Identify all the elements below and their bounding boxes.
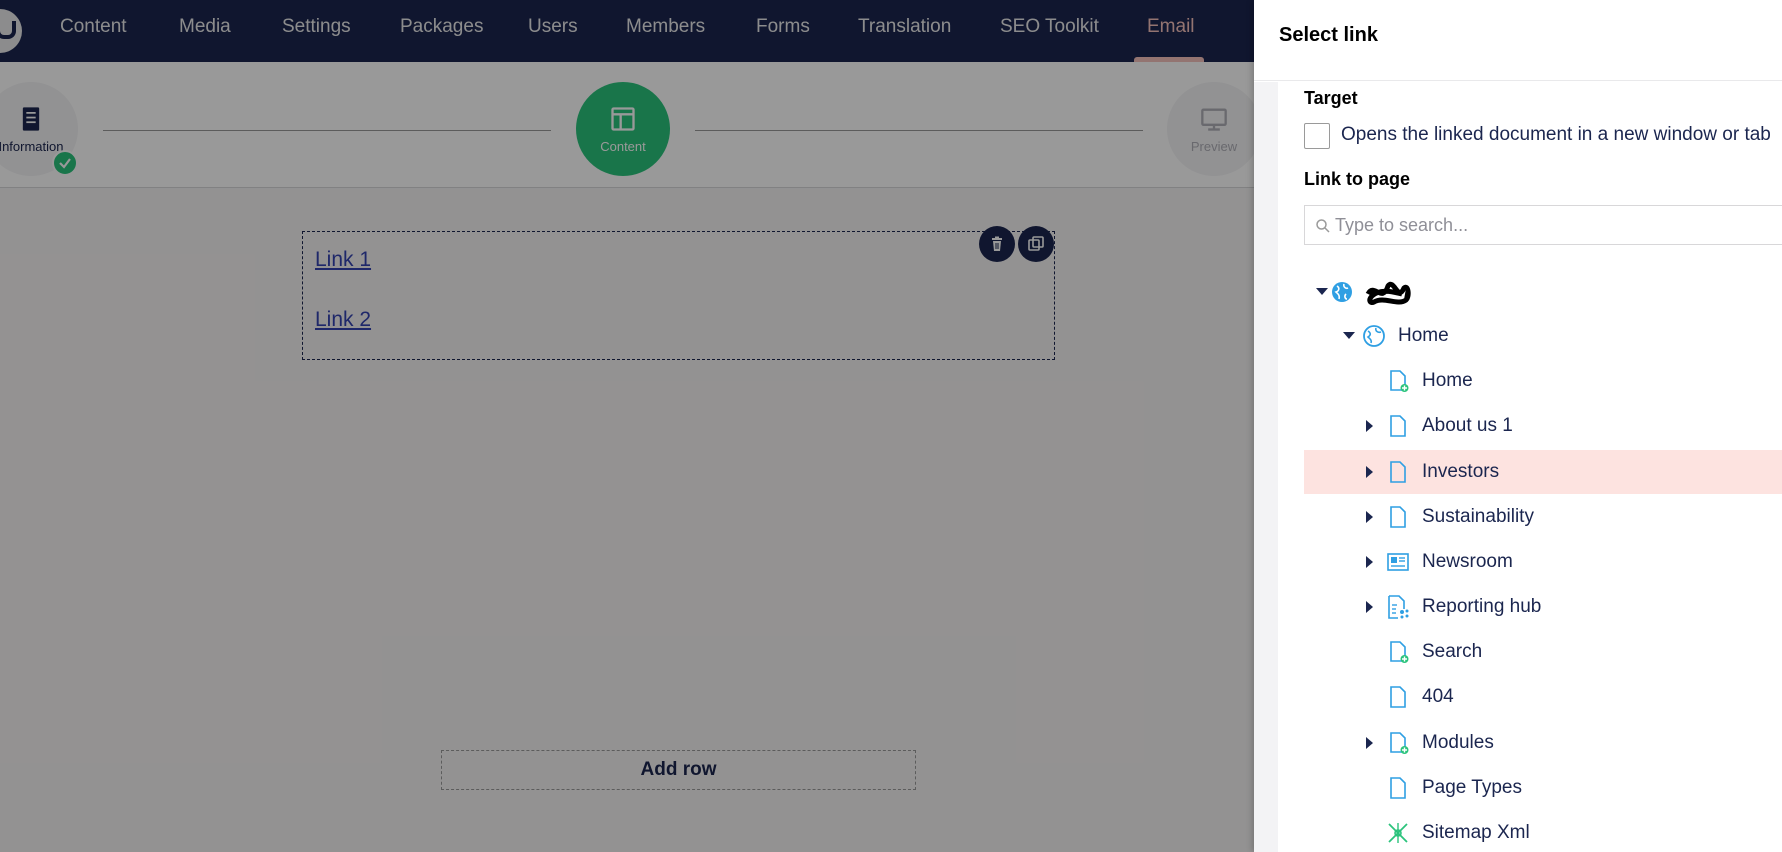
tree-node-label: Page Types [1422, 777, 1523, 798]
caret-right-icon[interactable] [1366, 466, 1373, 478]
tree-node-root[interactable] [1304, 270, 1782, 314]
document-icon [1390, 461, 1406, 483]
panel-gutter [1254, 82, 1278, 852]
tree-node-label: Sustainability [1422, 506, 1534, 527]
target-label: Target [1304, 88, 1358, 108]
caret-down-icon[interactable] [1343, 332, 1355, 339]
tree-node-search[interactable]: Search [1304, 630, 1782, 674]
globe-icon [1363, 325, 1385, 347]
modal-backdrop[interactable] [0, 0, 1254, 852]
document-icon [1390, 415, 1406, 437]
tree-node-sitemap-xml[interactable]: Sitemap Xml [1304, 811, 1782, 852]
report-icon [1388, 595, 1409, 619]
new-window-checkbox[interactable] [1304, 123, 1330, 149]
tree-node-page-types[interactable]: Page Types [1304, 766, 1782, 810]
caret-right-icon[interactable] [1366, 556, 1373, 568]
caret-right-icon[interactable] [1366, 737, 1373, 749]
tree-node-label: Investors [1422, 461, 1500, 482]
globe-icon [1332, 282, 1352, 302]
tree-node-home[interactable]: Home [1304, 359, 1782, 403]
newspaper-icon [1387, 553, 1409, 571]
document-plus-icon [1390, 370, 1409, 392]
redacted-scribble [1365, 281, 1411, 305]
panel-header: Select link [1254, 0, 1782, 81]
document-icon [1390, 777, 1406, 799]
panel-title: Select link [1279, 24, 1378, 46]
caret-down-icon[interactable] [1316, 288, 1328, 295]
tree-search [1304, 205, 1782, 245]
search-input[interactable] [1335, 206, 1775, 244]
tree-node-label: Sitemap Xml [1422, 822, 1530, 843]
tree-node-label: Search [1422, 641, 1483, 662]
sitemap-icon [1388, 823, 1408, 843]
tree-node-newsroom[interactable]: Newsroom [1304, 540, 1782, 584]
tree-node-home-root[interactable]: Home [1304, 314, 1782, 358]
tree-node-label: About us 1 [1422, 415, 1513, 436]
tree-node-label: 404 [1422, 686, 1454, 707]
caret-right-icon[interactable] [1366, 511, 1373, 523]
select-link-panel: Select link Target Opens the linked docu… [1254, 0, 1782, 852]
caret-right-icon[interactable] [1366, 420, 1373, 432]
search-icon [1316, 219, 1330, 233]
tree-node-label: Newsroom [1422, 551, 1513, 572]
tree-node-404[interactable]: 404 [1304, 675, 1782, 719]
tree-node-label: Reporting hub [1422, 596, 1542, 617]
tree-node-modules[interactable]: Modules [1304, 721, 1782, 765]
tree-node-reporting-hub[interactable]: Reporting hub [1304, 585, 1782, 629]
document-icon [1390, 686, 1406, 708]
tree-node-investors[interactable]: Investors [1304, 450, 1782, 494]
tree-node-about-us-1[interactable]: About us 1 [1304, 404, 1782, 448]
tree-node-label: Home [1398, 325, 1449, 346]
document-plus-icon [1390, 641, 1409, 663]
tree-node-sustainability[interactable]: Sustainability [1304, 495, 1782, 539]
link-to-page-label: Link to page [1304, 169, 1411, 189]
document-plus-icon [1390, 732, 1409, 754]
tree-node-label: Home [1422, 370, 1473, 391]
caret-right-icon[interactable] [1366, 601, 1373, 613]
document-icon [1390, 506, 1406, 528]
new-window-label[interactable]: Opens the linked document in a new windo… [1341, 124, 1771, 146]
tree-node-label: Modules [1422, 732, 1494, 753]
